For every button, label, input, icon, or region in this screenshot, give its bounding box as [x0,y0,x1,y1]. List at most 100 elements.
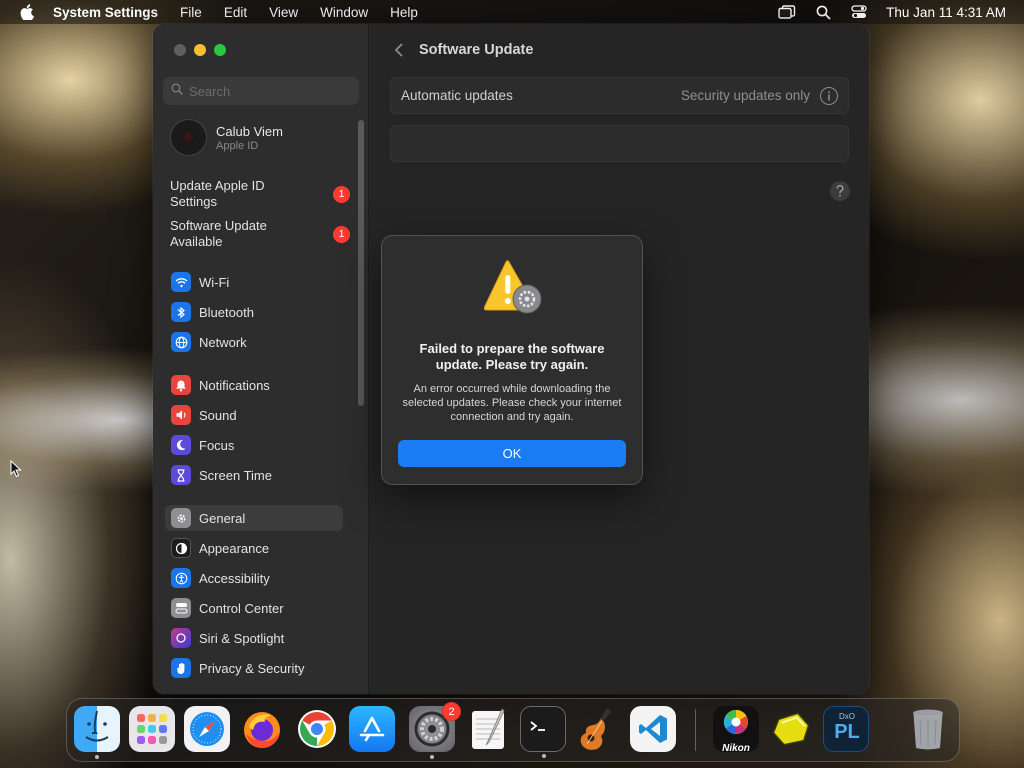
trash-icon[interactable] [905,706,951,752]
menu-view[interactable]: View [269,5,298,20]
hand-icon [171,658,191,678]
menu-help[interactable]: Help [390,5,418,20]
running-indicator [542,754,546,758]
sidebar-item-bluetooth[interactable]: Bluetooth [165,299,343,325]
textedit-icon[interactable] [465,706,511,752]
sidebar-item-screen-time[interactable]: Screen Time [165,462,343,488]
close-window-button[interactable] [174,44,186,56]
notice-software-update[interactable]: Software Update Available 1 [170,218,350,250]
sidebar-item-focus[interactable]: Focus [165,432,343,458]
sidebar-item-accessibility[interactable]: Accessibility [165,565,343,591]
sidebar-item-label: Bluetooth [199,304,254,320]
notice-badge: 1 [333,225,350,243]
sidebar: Calub Viem Apple ID Update Apple ID Sett… [153,24,369,694]
automatic-updates-value: Security updates only [680,88,810,103]
dock-separator [695,709,696,751]
automatic-updates-row: Automatic updates Security updates only [390,77,849,114]
sidebar-item-label: Screen Time [199,467,272,483]
sidebar-item-label: Wi-Fi [199,274,230,290]
dxo-photolab-icon[interactable]: DxO PL [823,706,869,752]
sidebar-item-siri-spotlight[interactable]: Siri & Spotlight [165,625,343,651]
search-input[interactable] [189,83,349,99]
error-alert-dialog: Failed to prepare the software update. P… [382,236,642,484]
sidebar-item-control-center[interactable]: Control Center [165,595,343,621]
running-indicator [95,755,99,759]
sidebar-item-label: Accessibility [199,570,270,586]
ok-button[interactable]: OK [398,440,626,467]
sidebar-item-appearance[interactable]: Appearance [165,535,343,561]
menu-bar: System Settings File Edit View Window He… [0,0,1024,24]
notice-label: Update Apple ID Settings [170,178,265,209]
sidebar-item-label: Control Center [199,600,284,616]
search-icon [171,82,183,100]
moon-icon [171,435,191,455]
notice-label: Software Update Available [170,218,267,249]
user-name: Calub Viem [216,123,283,139]
sidebar-item-label: Appearance [199,540,270,556]
stage-manager-icon[interactable] [778,4,796,20]
warning-icon [482,258,544,318]
sidebar-item-sound[interactable]: Sound [165,402,343,428]
back-chevron-icon[interactable] [390,40,406,60]
gear-icon [171,508,191,528]
launchpad-icon[interactable] [129,706,175,752]
app-store-icon[interactable] [349,706,395,752]
wifi-icon [171,272,191,292]
sidebar-item-network[interactable]: Network [165,329,343,355]
nikon-icon[interactable]: Nikon [713,706,759,754]
apple-id-account[interactable]: Calub Viem Apple ID [170,119,283,156]
firefox-icon[interactable] [239,706,285,752]
sidebar-item-notifications[interactable]: Notifications [165,372,343,398]
bell-icon [171,375,191,395]
running-indicator [430,755,434,759]
user-subtitle: Apple ID [216,139,259,152]
zoom-window-button[interactable] [214,44,226,56]
bluetooth-icon [171,302,191,322]
menu-file[interactable]: File [180,5,202,20]
sidebar-item-label: Notifications [199,377,270,393]
garageband-icon[interactable] [575,706,621,752]
alert-title: Failed to prepare the software update. P… [419,341,605,372]
siri-icon [171,628,191,648]
menu-clock[interactable]: Thu Jan 11 4:31 AM [886,5,1006,20]
minimize-window-button[interactable] [194,44,206,56]
help-icon[interactable] [830,181,850,201]
control-center-icon[interactable] [850,4,868,20]
page-title: Software Update [419,42,534,58]
safari-icon[interactable] [184,706,230,752]
sidebar-item-label: Privacy & Security [199,660,305,676]
finder-icon[interactable] [74,706,120,759]
search-field[interactable] [163,77,359,105]
toggles-icon [171,598,191,618]
nikon-label: Nikon [722,743,750,754]
globe-icon [171,332,191,352]
sidebar-item-wifi[interactable]: Wi-Fi [165,269,343,295]
sidebar-scrollbar[interactable] [358,120,364,406]
speaker-icon [171,405,191,425]
chrome-icon[interactable] [294,706,340,752]
notice-badge: 1 [333,185,350,203]
sidebar-item-label: Network [199,334,247,350]
vscode-icon[interactable] [630,706,676,752]
yellow-hexagon-icon[interactable] [768,706,814,752]
pl-label: PL [834,721,860,743]
sidebar-item-label: Sound [199,407,237,423]
alert-message: An error occurred while downloading the … [402,383,622,423]
sidebar-item-general[interactable]: General [165,505,343,531]
menu-edit[interactable]: Edit [224,5,247,20]
menu-app-name[interactable]: System Settings [53,5,158,20]
apple-menu-icon[interactable] [19,4,35,20]
appearance-icon [171,538,191,558]
menu-window[interactable]: Window [320,5,368,20]
terminal-icon[interactable] [520,706,566,758]
system-settings-icon[interactable]: 2 [409,702,461,759]
automatic-updates-label: Automatic updates [401,88,513,103]
sidebar-item-privacy-security[interactable]: Privacy & Security [165,655,343,681]
info-icon[interactable] [820,87,838,105]
hourglass-icon [171,465,191,485]
sidebar-item-label: Focus [199,437,235,453]
spotlight-search-icon[interactable] [814,4,832,20]
notice-update-apple-id[interactable]: Update Apple ID Settings 1 [170,178,350,210]
accessibility-icon [171,568,191,588]
sidebar-item-label: General [199,510,246,526]
